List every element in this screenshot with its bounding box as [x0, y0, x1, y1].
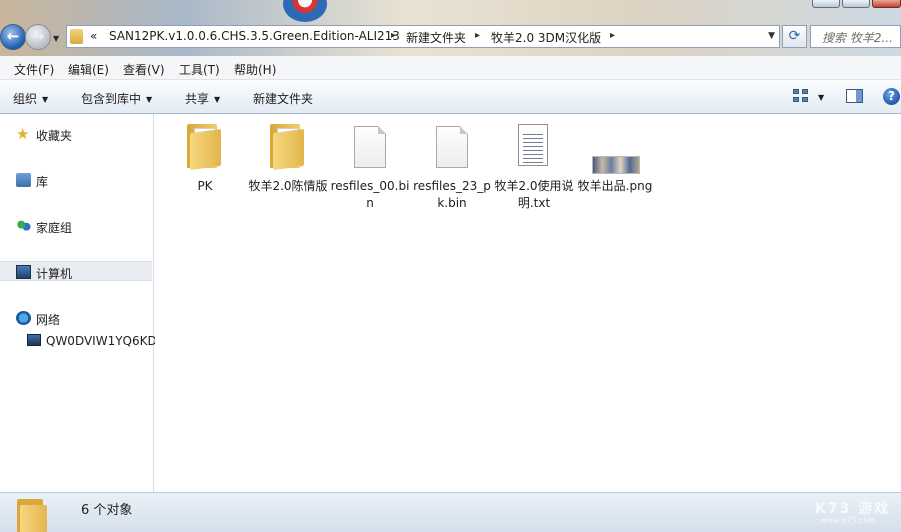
maximize-button[interactable] [842, 0, 870, 8]
menu-tools[interactable]: 工具(T) [179, 61, 220, 78]
sidebar-item-label: QW0DVIW1YQ6KD [46, 334, 157, 348]
chevron-down-icon[interactable]: ▼ [818, 93, 824, 102]
file-item-png[interactable]: 牧羊出品.png [575, 122, 655, 212]
menu-view[interactable]: 查看(V) [123, 61, 165, 78]
chevron-down-icon: ▼ [146, 95, 153, 104]
breadcrumb-item-current[interactable]: 牧羊2.0 3DM汉化版 [491, 29, 601, 46]
sidebar-item-label: 家庭组 [36, 221, 73, 235]
chevron-right-icon[interactable]: ▸ [610, 30, 615, 41]
star-icon: ★ [16, 125, 30, 143]
minimize-button[interactable] [812, 0, 840, 8]
forward-button[interactable]: → [25, 24, 51, 50]
sidebar-item-favorites[interactable]: ★ 收藏夹 [0, 124, 152, 144]
menu-help[interactable]: 帮助(H) [234, 61, 276, 78]
sidebar-item-network[interactable]: 网络 [0, 308, 152, 328]
folder-icon [187, 122, 223, 171]
item-count: 6 个对象 [81, 503, 133, 518]
preview-pane-icon[interactable] [846, 89, 863, 103]
file-name: 牧羊2.0陈情版 [248, 179, 328, 193]
file-list: PK 牧羊2.0陈情版 resfiles_00.bin resfiles_23_… [155, 114, 901, 492]
file-item-folder[interactable]: 牧羊2.0陈情版 [248, 122, 328, 212]
file-name: resfiles_00.bin [330, 179, 410, 210]
organize-button[interactable]: 组织 ▼ [13, 90, 48, 107]
folder-icon [270, 122, 306, 171]
breadcrumb-item-root[interactable]: SAN12PK.v1.0.0.6.CHS.3.5.Green.Edition-A… [109, 29, 400, 43]
sidebar-item-label: 收藏夹 [36, 129, 73, 143]
back-button[interactable]: ← [0, 24, 26, 50]
file-name: PK [197, 179, 213, 193]
text-file-icon [518, 124, 548, 166]
organize-label: 组织 [13, 92, 38, 106]
file-item-bin[interactable]: resfiles_00.bin [330, 122, 410, 212]
file-icon [354, 126, 386, 168]
menu-file[interactable]: 文件(F) [14, 61, 54, 78]
network-icon [16, 311, 31, 325]
menu-edit[interactable]: 编辑(E) [68, 61, 109, 78]
watermark-url: www.k73.com [820, 516, 876, 525]
chevron-right-icon[interactable]: ▸ [391, 30, 396, 41]
menu-bar: 文件(F) 编辑(E) 查看(V) 工具(T) 帮助(H) [0, 56, 901, 80]
include-library-button[interactable]: 包含到库中 ▼ [81, 90, 152, 107]
folder-icon [17, 499, 47, 532]
file-item-txt[interactable]: 牧羊2.0使用说明.txt [494, 122, 574, 212]
wallpaper-decoration [283, 0, 327, 22]
sidebar-item-computer[interactable]: 计算机 [0, 261, 152, 281]
search-input[interactable]: 搜索 牧羊2... [810, 25, 901, 48]
view-options-icon[interactable] [793, 89, 809, 103]
sidebar-item-homegroup[interactable]: 家庭组 [0, 216, 152, 236]
command-bar: 组织 ▼ 包含到库中 ▼ 共享 ▼ 新建文件夹 [0, 80, 901, 114]
homegroup-icon [16, 219, 31, 233]
new-folder-button[interactable]: 新建文件夹 [253, 90, 313, 107]
file-icon [436, 126, 468, 168]
sidebar-item-label: 计算机 [36, 267, 73, 281]
chevron-right-icon[interactable]: ▸ [475, 30, 480, 41]
file-name: 牧羊出品.png [577, 179, 653, 193]
breadcrumb-item-folder[interactable]: 新建文件夹 [406, 29, 466, 46]
include-library-label: 包含到库中 [81, 92, 142, 106]
refresh-button[interactable]: ⟳ [782, 25, 807, 48]
file-item-folder[interactable]: PK [165, 122, 245, 212]
navigation-pane: ★ 收藏夹 库 家庭组 计算机 网络 QW0DVIW1YQ6KD [0, 114, 157, 492]
library-icon [16, 173, 31, 187]
breadcrumb-overflow[interactable]: « [90, 29, 97, 43]
chevron-down-icon: ▼ [42, 95, 49, 104]
chevron-down-icon: ▼ [214, 95, 221, 104]
image-thumbnail [592, 156, 640, 174]
share-label: 共享 [185, 92, 210, 106]
share-button[interactable]: 共享 ▼ [185, 90, 220, 107]
file-name: 牧羊2.0使用说明.txt [494, 179, 574, 210]
file-item-bin[interactable]: resfiles_23_pk.bin [412, 122, 492, 212]
computer-icon [27, 334, 41, 346]
file-name: resfiles_23_pk.bin [413, 179, 491, 210]
address-bar[interactable]: « SAN12PK.v1.0.0.6.CHS.3.5.Green.Edition… [66, 25, 780, 48]
sidebar-item-libraries[interactable]: 库 [0, 170, 152, 190]
folder-icon [70, 29, 83, 44]
address-dropdown-icon[interactable]: ▼ [768, 31, 775, 41]
computer-icon [16, 265, 31, 279]
forward-arrow-icon: → [31, 27, 45, 45]
help-icon[interactable]: ? [883, 88, 900, 105]
watermark: K73 游戏 [815, 501, 891, 517]
close-button[interactable] [872, 0, 901, 8]
title-bar: ← → ▼ « SAN12PK.v1.0.0.6.CHS.3.5.Green.E… [0, 0, 901, 56]
details-pane: 6 个对象 [0, 492, 901, 532]
recent-pages-dropdown-icon[interactable]: ▼ [53, 34, 59, 43]
back-arrow-icon: ← [6, 27, 20, 45]
refresh-icon: ⟳ [788, 28, 801, 44]
sidebar-item-network-pc[interactable]: QW0DVIW1YQ6KD [0, 331, 157, 351]
sidebar-item-label: 库 [36, 175, 49, 189]
sidebar-item-label: 网络 [36, 313, 61, 327]
